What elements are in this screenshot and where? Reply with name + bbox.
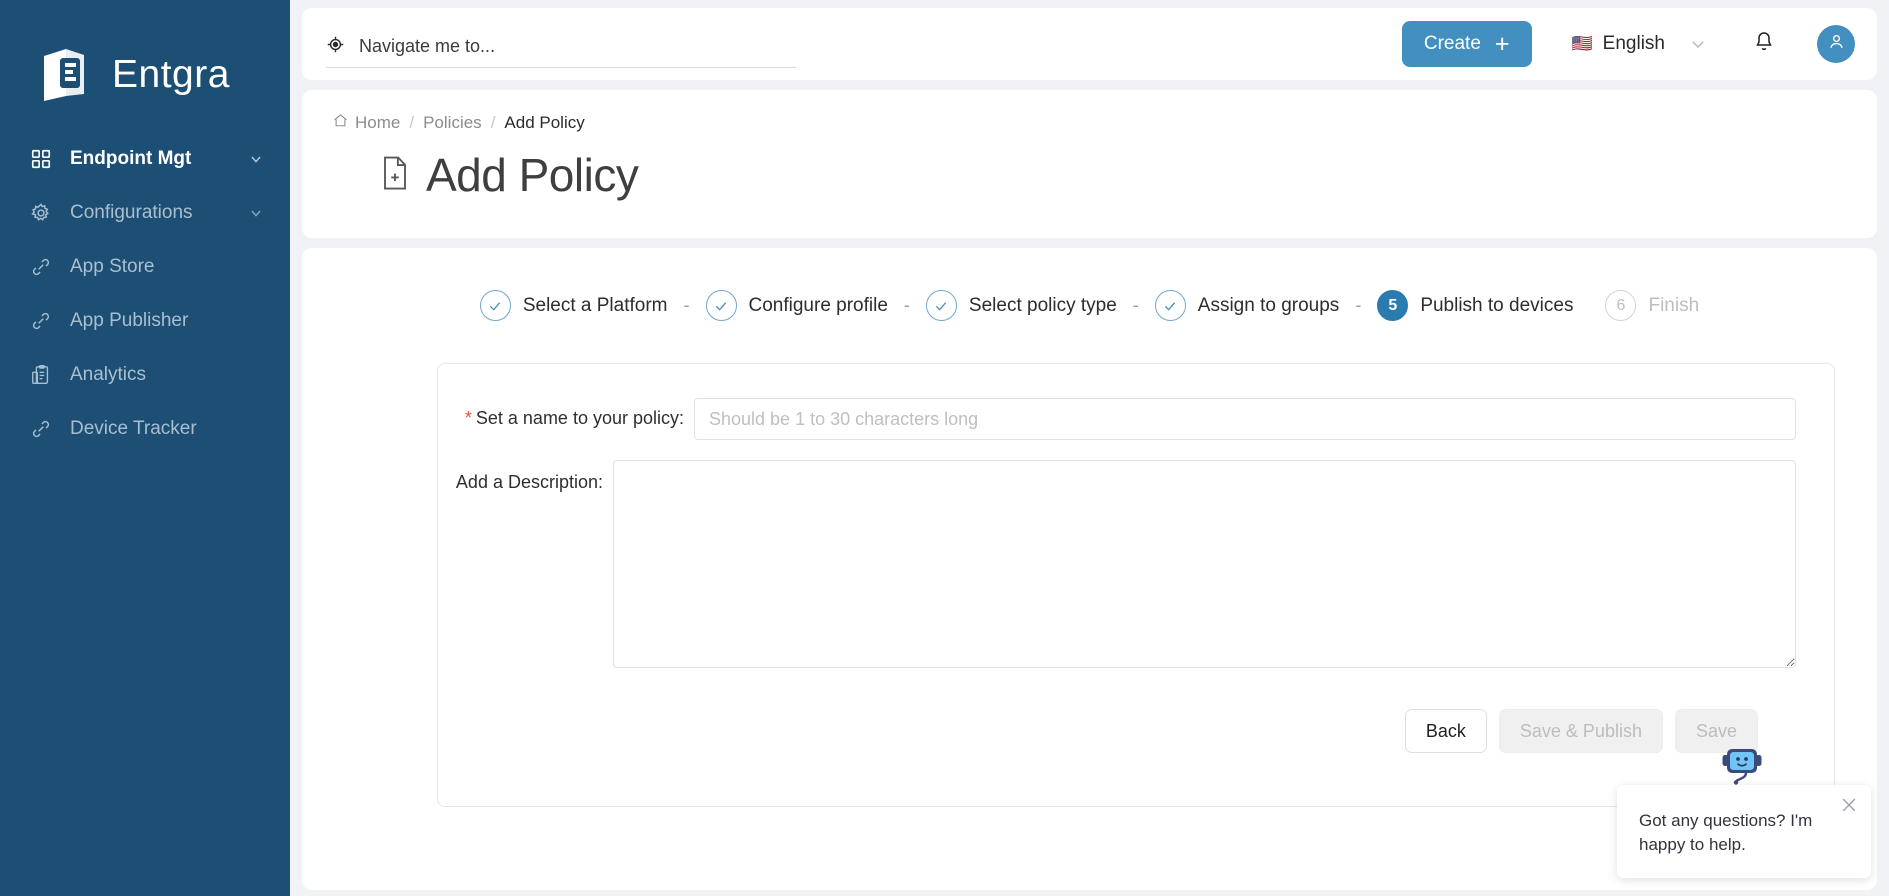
breadcrumb-separator: / (409, 113, 415, 132)
step-separator: - (683, 295, 690, 315)
back-button[interactable]: Back (1404, 709, 1487, 753)
wizard-step-5-active[interactable]: 5 Publish to devices (1377, 290, 1573, 321)
wizard-step-label: Finish (1648, 294, 1700, 316)
breadcrumb-home-label: Home (355, 113, 401, 132)
chat-message-bubble: Got any questions? I'm happy to help. (1617, 784, 1871, 878)
policy-name-label-text: Set a name to your policy: (475, 408, 684, 428)
top-bar: Create + 🇺🇸 English (302, 8, 1877, 80)
check-icon (705, 290, 737, 321)
wizard-step-4[interactable]: Assign to groups (1154, 290, 1340, 321)
sidebar-item-label: Device Tracker (70, 418, 197, 439)
app-root: Entgra Endpoint Mgt Configurations App S… (0, 0, 1889, 896)
chevron-down-icon[interactable] (248, 151, 264, 167)
link-icon (28, 308, 54, 334)
sidebar: Entgra Endpoint Mgt Configurations App S… (0, 0, 290, 896)
policy-description-textarea[interactable] (613, 460, 1796, 668)
sidebar-item-app-store[interactable]: App Store (0, 240, 290, 294)
policy-description-label: Add a Description: (455, 472, 603, 492)
document-add-icon (380, 155, 410, 196)
sidebar-item-configurations[interactable]: Configurations (0, 186, 290, 240)
chevron-down-icon[interactable] (248, 205, 264, 221)
home-icon (332, 112, 349, 134)
chat-bot-icon[interactable] (1721, 745, 1767, 785)
link-icon (28, 416, 54, 442)
save-and-publish-button[interactable]: Save & Publish (1498, 709, 1663, 753)
bell-icon (1752, 30, 1776, 59)
policy-name-label: * Set a name to your policy: (438, 398, 684, 429)
step-number: 6 (1605, 290, 1637, 321)
wizard-step-label: Assign to groups (1197, 294, 1340, 316)
clipboard-icon (28, 362, 54, 388)
policy-description-field-wrap (603, 460, 1796, 673)
grid-icon (28, 146, 54, 172)
breadcrumb-current: Add Policy (504, 113, 585, 132)
policy-form-panel: *Set a name to your policy: Add a Descri… (437, 363, 1835, 807)
check-icon (479, 290, 511, 321)
step-separator: - (1132, 295, 1139, 315)
sidebar-nav: Endpoint Mgt Configurations App Store Ap… (0, 132, 290, 456)
main-content: Create + 🇺🇸 English (290, 0, 1889, 896)
create-button-label: Create (1423, 33, 1481, 54)
policy-description-row: Add a Description: (438, 460, 1796, 673)
navigate-crosshair-icon (326, 35, 345, 59)
us-flag-icon: 🇺🇸 (1571, 34, 1593, 53)
sidebar-item-endpoint-mgt[interactable]: Endpoint Mgt (0, 132, 290, 186)
wizard-step-label: Select policy type (968, 294, 1117, 316)
wizard-step-1[interactable]: Select a Platform (479, 290, 668, 321)
wizard-step-label: Select a Platform (522, 294, 668, 316)
step-separator: - (1355, 295, 1362, 315)
search-input[interactable] (357, 35, 796, 58)
check-icon (1154, 290, 1186, 321)
step-separator: - (903, 295, 910, 315)
wizard-step-6: 6 Finish (1605, 290, 1699, 321)
sidebar-item-analytics[interactable]: Analytics (0, 348, 290, 402)
wizard-step-label: Configure profile (748, 294, 888, 316)
policy-name-row: * Set a name to your policy: (438, 398, 1796, 440)
page-title: Add Policy (426, 149, 639, 201)
user-avatar-icon (1826, 31, 1847, 57)
policy-name-field-wrap (684, 398, 1796, 440)
link-icon (28, 254, 54, 280)
entgra-logo-icon (36, 44, 98, 106)
required-asterisk: * (464, 408, 472, 428)
wizard-step-3[interactable]: Select policy type (925, 290, 1117, 321)
close-icon[interactable] (1839, 795, 1859, 815)
breadcrumb: Home / Policies / Add Policy (332, 112, 1847, 134)
sidebar-item-label: Endpoint Mgt (70, 148, 192, 169)
form-action-buttons: Back Save & Publish Save (438, 709, 1796, 753)
wizard-step-label: Publish to devices (1420, 294, 1574, 316)
sidebar-item-label: App Publisher (70, 310, 189, 331)
sidebar-item-label: App Store (70, 256, 155, 277)
policy-name-input[interactable] (694, 398, 1796, 440)
page-header-card: Home / Policies / Add Policy Add Policy (302, 90, 1877, 238)
chevron-down-icon (1689, 35, 1707, 53)
navigate-search-box[interactable] (326, 26, 796, 68)
chat-widget: Got any questions? I'm happy to help. (1617, 748, 1871, 878)
sidebar-item-app-publisher[interactable]: App Publisher (0, 294, 290, 348)
brand-logo-area[interactable]: Entgra (0, 0, 290, 120)
sidebar-item-device-tracker[interactable]: Device Tracker (0, 402, 290, 456)
language-label: English (1602, 33, 1665, 54)
wizard-step-2[interactable]: Configure profile (705, 290, 888, 321)
sidebar-item-label: Configurations (70, 202, 193, 223)
create-button[interactable]: Create + (1401, 21, 1532, 67)
breadcrumb-separator: / (490, 113, 496, 132)
language-selector[interactable]: 🇺🇸 English (1572, 33, 1708, 55)
plus-icon: + (1494, 29, 1510, 58)
brand-name: Entgra (112, 53, 230, 96)
sidebar-item-label: Analytics (70, 364, 147, 385)
check-icon (925, 290, 957, 321)
wizard-stepper: Select a Platform - Configure profile - (302, 278, 1877, 321)
chat-message-text: Got any questions? I'm happy to help. (1639, 810, 1813, 855)
user-avatar-button[interactable] (1817, 25, 1855, 63)
breadcrumb-policies[interactable]: Policies (423, 113, 482, 133)
page-title-row: Add Policy (332, 148, 1847, 202)
notifications-button[interactable] (1749, 29, 1779, 59)
step-number: 5 (1377, 290, 1409, 321)
breadcrumb-home[interactable]: Home (332, 112, 400, 134)
gear-icon (28, 200, 54, 226)
